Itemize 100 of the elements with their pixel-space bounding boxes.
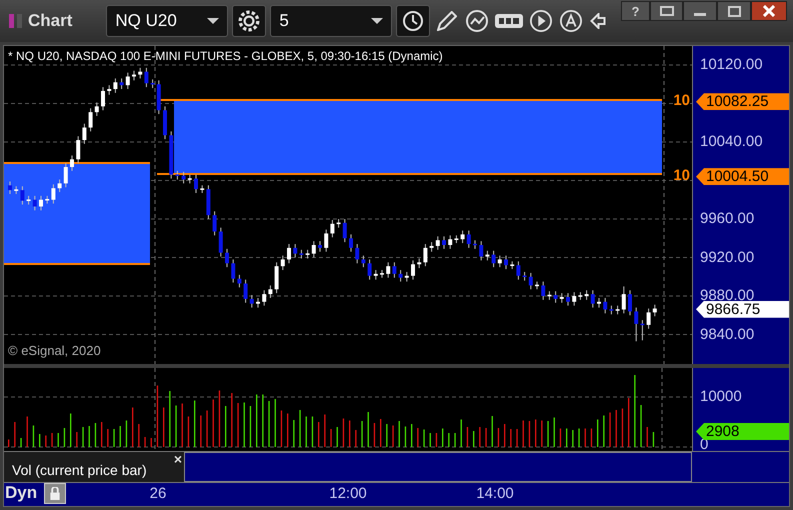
clock-icon — [403, 11, 424, 31]
candlestick — [268, 284, 272, 298]
candlestick — [430, 242, 434, 252]
candlestick — [355, 244, 360, 264]
level-line-label: 10 — [673, 93, 690, 108]
candlestick — [287, 244, 291, 264]
candlestick — [94, 102, 99, 116]
candlestick — [516, 260, 520, 280]
candlestick — [554, 290, 558, 304]
window-title: Chart — [28, 10, 72, 32]
last-price-tag: 9866.75 — [696, 300, 789, 318]
axis-label: 10000 — [700, 389, 742, 404]
candlestick — [244, 279, 248, 304]
candlestick — [274, 262, 279, 294]
symbol-dropdown[interactable]: NQ U20 — [106, 5, 228, 37]
candlestick — [628, 290, 632, 316]
candlestick — [280, 255, 285, 271]
alerts-button[interactable] — [558, 7, 584, 35]
candlestick — [398, 270, 403, 282]
candlestick — [58, 179, 62, 193]
candlestick — [250, 294, 254, 308]
close-icon — [763, 5, 775, 17]
candlestick — [652, 304, 657, 317]
candlestick — [138, 67, 142, 79]
caret-icon — [207, 18, 220, 24]
pencil-icon — [437, 11, 458, 31]
time-label: 26 — [150, 486, 166, 501]
candlestick — [32, 195, 37, 211]
line-chart-circle-icon — [466, 10, 488, 32]
candlestick — [528, 272, 533, 290]
axis-label: 9880.00 — [700, 288, 754, 304]
candlestick — [312, 240, 316, 258]
candlestick — [622, 286, 626, 314]
candlestick — [64, 162, 68, 188]
candlestick — [646, 308, 651, 330]
lock-icon — [49, 487, 61, 500]
letter-circle-icon — [560, 10, 582, 32]
price-tag: 10082.25 — [696, 93, 789, 110]
candlestick — [392, 262, 396, 278]
last-volume-tag: 2908 — [696, 423, 789, 440]
candlestick — [51, 184, 56, 204]
minimize-button[interactable] — [683, 1, 717, 21]
candlestick — [144, 67, 148, 88]
candlestick — [603, 297, 608, 314]
maximize-icon — [728, 6, 740, 16]
candlestick — [386, 262, 390, 278]
play-button[interactable] — [528, 7, 554, 35]
candlestick — [498, 255, 502, 268]
minimize-icon — [694, 13, 706, 16]
candlestick — [293, 244, 298, 258]
close-button[interactable] — [751, 1, 787, 21]
candlestick — [634, 307, 638, 342]
candlestick — [411, 260, 415, 280]
candlestick — [349, 234, 353, 252]
candlestick — [330, 219, 334, 238]
candlestick — [448, 234, 452, 250]
maximize-button[interactable] — [717, 1, 751, 21]
price-tag: 10004.50 — [696, 168, 789, 186]
restore-button[interactable] — [650, 1, 683, 21]
axis-label: 10120.00 — [700, 56, 763, 72]
candlestick — [39, 195, 43, 211]
indicator-label: Vol (current price bar) — [12, 461, 147, 480]
level-line-label: 10 — [673, 168, 690, 184]
settings-icon — [238, 10, 260, 32]
candlestick — [560, 292, 564, 304]
candlestick — [101, 86, 105, 111]
candlestick — [417, 258, 422, 269]
candlestick — [485, 250, 490, 261]
candlestick — [107, 84, 112, 96]
lock-button[interactable] — [44, 483, 66, 504]
candlestick — [212, 210, 217, 236]
settings-button[interactable] — [232, 5, 266, 37]
interval-dropdown[interactable]: 5 — [270, 5, 392, 37]
candlestick — [466, 230, 471, 248]
play-icon — [530, 10, 552, 32]
close-indicator-button[interactable]: × — [174, 452, 182, 466]
dock-icon — [660, 6, 674, 16]
candlestick — [132, 70, 136, 81]
candlestick — [231, 258, 236, 284]
candlestick — [82, 123, 86, 144]
candlestick — [640, 320, 644, 341]
studies-button[interactable] — [464, 7, 490, 35]
candlestick — [113, 78, 118, 94]
time-label: 14:00 — [476, 486, 514, 501]
candlestick — [76, 136, 80, 164]
candlestick — [361, 255, 366, 268]
candlestick — [572, 292, 576, 306]
candlestick — [182, 171, 186, 184]
candlestick — [541, 281, 546, 300]
time-button[interactable] — [396, 5, 430, 37]
candlestick — [218, 227, 223, 258]
candlestick — [504, 255, 508, 270]
axis-label: 9840.00 — [700, 326, 754, 342]
candlestick — [8, 180, 12, 194]
data-badge-icon — [495, 14, 524, 28]
chart-window-icon — [8, 13, 24, 29]
candlestick — [262, 290, 266, 306]
help-button[interactable]: ? — [621, 1, 650, 21]
candlestick — [590, 290, 595, 308]
candlestick — [368, 258, 372, 280]
